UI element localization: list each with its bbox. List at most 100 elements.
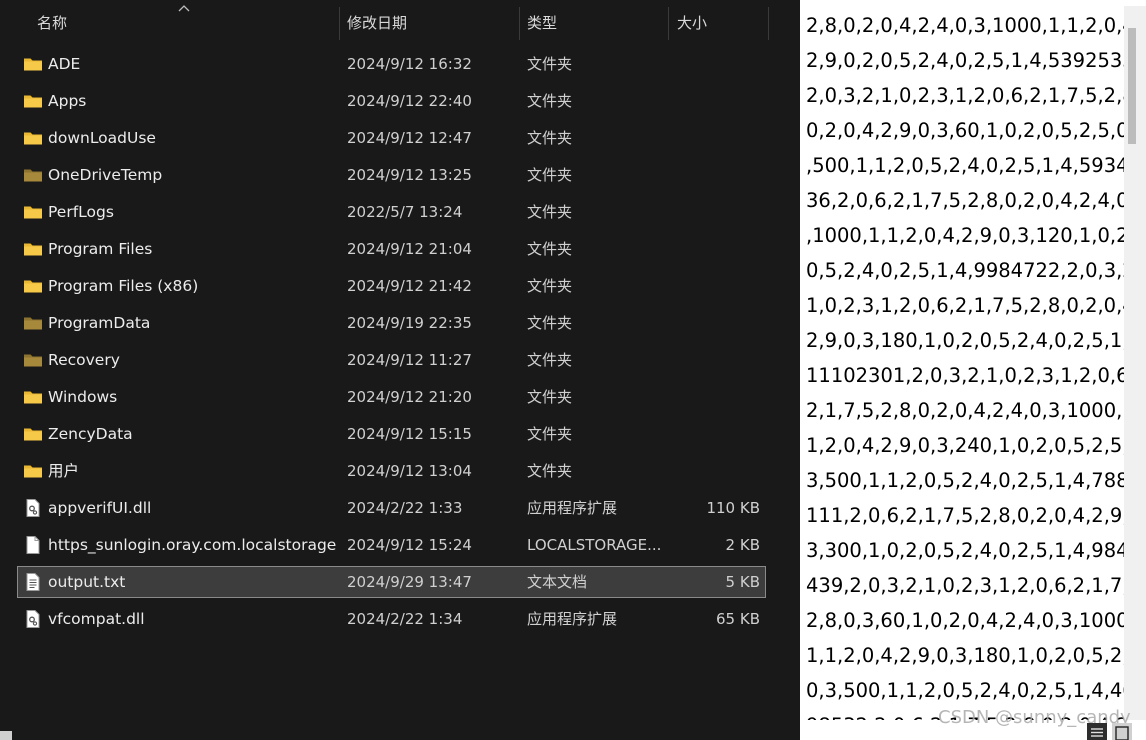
file-row[interactable]: Windows 2024/9/12 21:20 文件夹 bbox=[18, 382, 765, 412]
file-type: 文件夹 bbox=[527, 92, 573, 110]
column-divider[interactable] bbox=[339, 7, 340, 40]
file-size bbox=[678, 308, 760, 338]
file-size bbox=[678, 49, 760, 79]
file-row[interactable]: Apps 2024/9/12 22:40 文件夹 bbox=[18, 86, 765, 116]
file-row[interactable]: downLoadUse 2024/9/12 12:47 文件夹 bbox=[18, 123, 765, 153]
file-modified-date: 2024/9/19 22:35 bbox=[347, 314, 472, 332]
column-header-type[interactable]: 类型 bbox=[527, 7, 667, 40]
folder-icon bbox=[23, 202, 43, 222]
file-type: 文件夹 bbox=[527, 314, 573, 332]
preview-text-line: 2,9,0,2,0,5,2,4,0,2,5,1,4,5392533, bbox=[806, 49, 1124, 72]
file-type: 文件夹 bbox=[527, 425, 573, 443]
file-modified-date: 2024/9/12 16:32 bbox=[347, 55, 472, 73]
file-name: PerfLogs bbox=[48, 203, 114, 221]
file-name: Program Files (x86) bbox=[48, 277, 199, 295]
file-row[interactable]: vfcompat.dll 2024/2/22 1:34 应用程序扩展 65 KB bbox=[18, 604, 765, 634]
column-header-size[interactable]: 大小 bbox=[677, 7, 767, 40]
file-modified-date: 2024/9/29 13:47 bbox=[347, 573, 472, 591]
preview-text[interactable]: 2,8,0,2,0,4,2,4,0,3,1000,1,1,2,0,4, 2,9,0… bbox=[806, 8, 1124, 720]
folder-icon bbox=[23, 387, 43, 407]
file-size bbox=[678, 419, 760, 449]
file-row[interactable]: https_sunlogin.oray.com.localstorage 2024… bbox=[18, 530, 765, 560]
file-modified-date: 2024/2/22 1:34 bbox=[347, 610, 463, 628]
file-size bbox=[678, 234, 760, 264]
file-name: vfcompat.dll bbox=[48, 610, 145, 628]
scrollbar-thumb[interactable] bbox=[1128, 28, 1136, 144]
dll-file-icon bbox=[23, 498, 43, 518]
file-size bbox=[678, 160, 760, 190]
file-type: 文件夹 bbox=[527, 55, 573, 73]
preview-text-line: 111,2,0,6,2,1,7,5,2,8,0,2,0,4,2,9,0, bbox=[806, 504, 1124, 527]
file-row[interactable]: ZencyData 2024/9/12 15:15 文件夹 bbox=[18, 419, 765, 449]
file-name: ZencyData bbox=[48, 425, 133, 443]
file-size bbox=[678, 271, 760, 301]
preview-text-line: 1,0,2,3,1,2,0,6,2,1,7,5,2,8,0,2,0,4, bbox=[806, 294, 1124, 317]
file-size: 65 KB bbox=[716, 610, 760, 628]
column-header-name[interactable]: 名称 bbox=[37, 7, 337, 40]
file-name: Apps bbox=[48, 92, 87, 110]
file-type: 应用程序扩展 bbox=[527, 499, 618, 517]
preview-text-line: 0,3,500,1,1,2,0,5,2,4,0,2,5,1,4,46 bbox=[806, 679, 1124, 702]
file-modified-date: 2024/9/12 13:25 bbox=[347, 166, 472, 184]
file-modified-date: 2024/9/12 22:40 bbox=[347, 92, 472, 110]
file-row[interactable]: Program Files 2024/9/12 21:04 文件夹 bbox=[18, 234, 765, 264]
file-modified-date: 2024/9/12 15:15 bbox=[347, 425, 472, 443]
file-name: appverifUI.dll bbox=[48, 499, 152, 517]
file-row[interactable]: output.txt 2024/9/29 13:47 文本文档 5 KB bbox=[17, 566, 766, 598]
folder-icon bbox=[23, 54, 43, 74]
file-type: 文件夹 bbox=[527, 277, 573, 295]
file-name: ADE bbox=[48, 55, 81, 73]
file-size bbox=[678, 345, 760, 375]
file-row[interactable]: OneDriveTemp 2024/9/12 13:25 文件夹 bbox=[18, 160, 765, 190]
file-modified-date: 2024/9/12 12:47 bbox=[347, 129, 472, 147]
file-name: Recovery bbox=[48, 351, 120, 369]
column-header-date[interactable]: 修改日期 bbox=[347, 7, 517, 40]
file-modified-date: 2024/9/12 15:24 bbox=[347, 536, 472, 554]
preview-text-line: ,1000,1,1,2,0,4,2,9,0,3,120,1,0,2, bbox=[806, 224, 1124, 247]
preview-text-line: 3,300,1,0,2,0,5,2,4,0,2,5,1,4,9846 bbox=[806, 539, 1124, 562]
file-modified-date: 2024/9/12 21:20 bbox=[347, 388, 472, 406]
file-size bbox=[678, 86, 760, 116]
file-name: downLoadUse bbox=[48, 129, 156, 147]
status-bar-edge bbox=[0, 731, 12, 740]
folder-hidden-icon bbox=[23, 350, 43, 370]
file-size bbox=[678, 456, 760, 486]
file-modified-date: 2024/9/12 11:27 bbox=[347, 351, 472, 369]
preview-text-line: 36,2,0,6,2,1,7,5,2,8,0,2,0,4,2,4,0,3 bbox=[806, 189, 1124, 212]
preview-text-line: 0,5,2,4,0,2,5,1,4,9984722,2,0,3,2, bbox=[806, 259, 1124, 282]
file-type: 文件夹 bbox=[527, 462, 573, 480]
text-file-icon bbox=[23, 572, 43, 592]
dll-file-icon bbox=[23, 609, 43, 629]
column-divider[interactable] bbox=[668, 7, 669, 40]
folder-icon bbox=[23, 128, 43, 148]
folder-icon bbox=[23, 461, 43, 481]
preview-text-line: 2,9,0,3,180,1,0,2,0,5,2,4,0,2,5,1,4, bbox=[806, 329, 1124, 352]
file-modified-date: 2024/9/12 13:04 bbox=[347, 462, 472, 480]
preview-text-line: 3,500,1,1,2,0,5,2,4,0,2,5,1,4,7888 bbox=[806, 469, 1124, 492]
file-row[interactable]: ADE 2024/9/12 16:32 文件夹 bbox=[18, 49, 765, 79]
preview-text-line: 2,0,3,2,1,0,2,3,1,2,0,6,2,1,7,5,2,8, bbox=[806, 84, 1124, 107]
details-view-icon[interactable] bbox=[1087, 723, 1107, 740]
file-type: 应用程序扩展 bbox=[527, 610, 618, 628]
column-divider[interactable] bbox=[768, 7, 769, 40]
file-type: 文件夹 bbox=[527, 129, 573, 147]
file-type: 文件夹 bbox=[527, 166, 573, 184]
file-row[interactable]: Program Files (x86) 2024/9/12 21:42 文件夹 bbox=[18, 271, 765, 301]
file-row[interactable]: 用户 2024/9/12 13:04 文件夹 bbox=[18, 456, 765, 486]
large-icons-view-icon[interactable] bbox=[1112, 723, 1132, 740]
file-row[interactable]: appverifUI.dll 2024/2/22 1:33 应用程序扩展 110 KB bbox=[18, 493, 765, 523]
file-type: 文件夹 bbox=[527, 240, 573, 258]
preview-text-line: ,500,1,1,2,0,5,2,4,0,2,5,1,4,59346 bbox=[806, 154, 1124, 177]
file-row[interactable]: Recovery 2024/9/12 11:27 文件夹 bbox=[18, 345, 765, 375]
preview-text-line: 2,8,0,2,0,4,2,4,0,3,1000,1,1,2,0,4, bbox=[806, 14, 1124, 37]
file-row[interactable]: ProgramData 2024/9/19 22:35 文件夹 bbox=[18, 308, 765, 338]
file-size bbox=[678, 123, 760, 153]
folder-hidden-icon bbox=[23, 313, 43, 333]
file-row[interactable]: PerfLogs 2022/5/7 13:24 文件夹 bbox=[18, 197, 765, 227]
preview-text-line: 2,1,7,5,2,8,0,2,0,4,2,4,0,3,1000,1, bbox=[806, 399, 1124, 422]
column-divider[interactable] bbox=[519, 7, 520, 40]
file-modified-date: 2022/5/7 13:24 bbox=[347, 203, 463, 221]
folder-icon bbox=[23, 239, 43, 259]
folder-icon bbox=[23, 276, 43, 296]
file-type: 文件夹 bbox=[527, 351, 573, 369]
